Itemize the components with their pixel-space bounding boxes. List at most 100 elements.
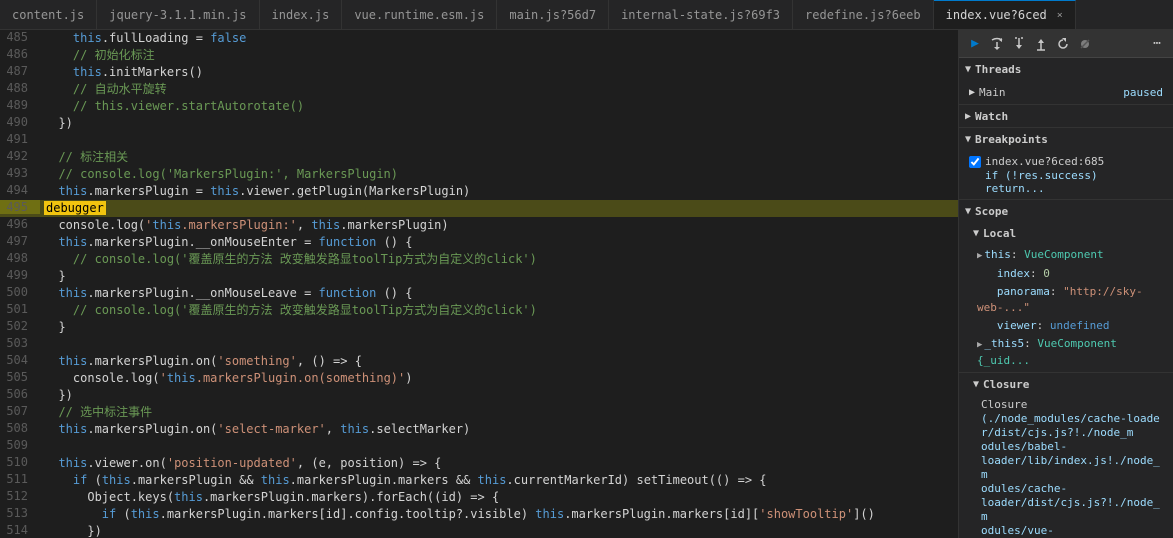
scope-label: Scope xyxy=(975,205,1008,218)
scope-section: ▼ Scope ▼ Local ▶this: VueComponent inde… xyxy=(959,200,1173,538)
breakpoint-file: index.vue?6ced:685 xyxy=(985,154,1163,169)
tab-label: main.js?56d7 xyxy=(509,8,596,22)
resume-button[interactable]: ▶ xyxy=(965,34,985,54)
threads-label: Threads xyxy=(975,63,1021,76)
code-line-503: 503 xyxy=(0,336,958,353)
code-line-488: 488 // 自动水平旋转 xyxy=(0,81,958,98)
line-content-508: this.markersPlugin.on('select-marker', t… xyxy=(40,421,958,438)
code-editor[interactable]: 485 this.fullLoading = false486 // 初始化标注… xyxy=(0,30,958,538)
line-number-503: 503 xyxy=(0,336,40,350)
scope-closure-label: Closure xyxy=(983,378,1029,391)
code-line-513: 513 if (this.markersPlugin.markers[id].c… xyxy=(0,506,958,523)
breakpoints-label: Breakpoints xyxy=(975,133,1048,146)
scope-closure-header[interactable]: ▼ Closure xyxy=(959,373,1173,395)
line-number-496: 496 xyxy=(0,217,40,231)
thread-name: Main xyxy=(979,86,1123,99)
breakpoint-item: index.vue?6ced:685 if (!res.success) ret… xyxy=(965,152,1167,197)
line-number-502: 502 xyxy=(0,319,40,333)
line-content-485: this.fullLoading = false xyxy=(40,30,958,47)
line-content-489: // this.viewer.startAutorotate() xyxy=(40,98,958,115)
code-line-509: 509 xyxy=(0,438,958,455)
tab-label: redefine.js?6eeb xyxy=(805,8,921,22)
watch-arrow-icon: ▶ xyxy=(965,111,971,122)
tab-redefine[interactable]: redefine.js?6eeb xyxy=(793,0,934,30)
scope-panorama: panorama: "http://sky-web-..." xyxy=(965,283,1167,317)
tab-jquery[interactable]: jquery-3.1.1.min.js xyxy=(97,0,259,30)
step-out-button[interactable] xyxy=(1031,34,1051,54)
thread-main[interactable]: ▶ Main paused xyxy=(965,82,1167,102)
line-content-501: // console.log('覆盖原生的方法 改变触发路显toolTip方式为… xyxy=(40,302,958,319)
tab-index-vue[interactable]: index.vue?6ced × xyxy=(934,0,1076,30)
watch-header[interactable]: ▶ Watch xyxy=(959,105,1173,127)
scope-closure-section: ▼ Closure Closure (./node_modules/cache-… xyxy=(959,373,1173,538)
code-line-498: 498 // console.log('覆盖原生的方法 改变触发路显toolTi… xyxy=(0,251,958,268)
more-options-button[interactable]: ⋯ xyxy=(1147,34,1167,54)
breakpoint-text: index.vue?6ced:685 if (!res.success) ret… xyxy=(985,154,1163,195)
line-content-505: console.log('this.markersPlugin.on(somet… xyxy=(40,370,958,387)
watch-section: ▶ Watch xyxy=(959,105,1173,128)
line-content-495: debugger xyxy=(40,200,958,217)
threads-header[interactable]: ▼ Threads xyxy=(959,58,1173,80)
tab-vue-runtime[interactable]: vue.runtime.esm.js xyxy=(342,0,497,30)
scope-arrow-icon: ▼ xyxy=(965,206,971,217)
code-line-512: 512 Object.keys(this.markersPlugin.marke… xyxy=(0,489,958,506)
code-line-505: 505 console.log('this.markersPlugin.on(s… xyxy=(0,370,958,387)
line-number-488: 488 xyxy=(0,81,40,95)
line-number-513: 513 xyxy=(0,506,40,520)
tab-index-js[interactable]: index.js xyxy=(260,0,343,30)
line-content-506: }) xyxy=(40,387,958,404)
scope-local-section: ▼ Local ▶this: VueComponent index: 0 pan… xyxy=(959,222,1173,373)
scope-this[interactable]: ▶this: VueComponent xyxy=(965,246,1167,265)
line-content-502: } xyxy=(40,319,958,336)
line-content-493: // console.log('MarkersPlugin:', Markers… xyxy=(40,166,958,183)
code-line-510: 510 this.viewer.on('position-updated', (… xyxy=(0,455,958,472)
breakpoints-header[interactable]: ▼ Breakpoints xyxy=(959,128,1173,150)
main-content: 485 this.fullLoading = false486 // 初始化标注… xyxy=(0,30,1173,538)
line-content-497: this.markersPlugin.__onMouseEnter = func… xyxy=(40,234,958,251)
line-number-492: 492 xyxy=(0,149,40,163)
code-line-508: 508 this.markersPlugin.on('select-marker… xyxy=(0,421,958,438)
line-number-510: 510 xyxy=(0,455,40,469)
step-over-button[interactable] xyxy=(987,34,1007,54)
tab-content-js[interactable]: content.js xyxy=(0,0,97,30)
code-line-500: 500 this.markersPlugin.__onMouseLeave = … xyxy=(0,285,958,302)
code-lines: 485 this.fullLoading = false486 // 初始化标注… xyxy=(0,30,958,538)
code-line-501: 501 // console.log('覆盖原生的方法 改变触发路显toolTi… xyxy=(0,302,958,319)
line-number-505: 505 xyxy=(0,370,40,384)
line-number-500: 500 xyxy=(0,285,40,299)
scope-local-label: Local xyxy=(983,227,1016,240)
close-tab-icon[interactable]: × xyxy=(1057,10,1063,21)
tab-main-js[interactable]: main.js?56d7 xyxy=(497,0,609,30)
scope-header[interactable]: ▼ Scope xyxy=(959,200,1173,222)
line-number-494: 494 xyxy=(0,183,40,197)
line-number-504: 504 xyxy=(0,353,40,367)
scope-closure-path: Closure (./node_modules/cache-loader/dis… xyxy=(965,397,1167,538)
scope-this5[interactable]: ▶_this5: VueComponent {_uid... xyxy=(965,335,1167,370)
tab-label: internal-state.js?69f3 xyxy=(621,8,780,22)
tab-label: index.js xyxy=(272,8,330,22)
tab-bar: content.js jquery-3.1.1.min.js index.js … xyxy=(0,0,1173,30)
line-number-493: 493 xyxy=(0,166,40,180)
restart-button[interactable] xyxy=(1053,34,1073,54)
line-content-498: // console.log('覆盖原生的方法 改变触发路显toolTip方式为… xyxy=(40,251,958,268)
line-number-490: 490 xyxy=(0,115,40,129)
scope-local-header[interactable]: ▼ Local xyxy=(959,222,1173,244)
code-line-496: 496 console.log('this.markersPlugin:', t… xyxy=(0,217,958,234)
tab-label: index.vue?6ced xyxy=(946,8,1047,22)
code-line-499: 499 } xyxy=(0,268,958,285)
step-into-button[interactable] xyxy=(1009,34,1029,54)
code-line-511: 511 if (this.markersPlugin && this.marke… xyxy=(0,472,958,489)
code-line-506: 506 }) xyxy=(0,387,958,404)
code-line-486: 486 // 初始化标注 xyxy=(0,47,958,64)
code-line-514: 514 }) xyxy=(0,523,958,538)
scope-viewer: viewer: undefined xyxy=(965,317,1167,335)
code-line-507: 507 // 选中标注事件 xyxy=(0,404,958,421)
line-number-509: 509 xyxy=(0,438,40,452)
deactivate-button[interactable] xyxy=(1075,34,1095,54)
code-line-504: 504 this.markersPlugin.on('something', (… xyxy=(0,353,958,370)
scope-closure-content: Closure (./node_modules/cache-loader/dis… xyxy=(959,395,1173,538)
breakpoint-checkbox[interactable] xyxy=(969,156,981,168)
line-content-514: }) xyxy=(40,523,958,538)
code-line-493: 493 // console.log('MarkersPlugin:', Mar… xyxy=(0,166,958,183)
tab-internal-state[interactable]: internal-state.js?69f3 xyxy=(609,0,793,30)
